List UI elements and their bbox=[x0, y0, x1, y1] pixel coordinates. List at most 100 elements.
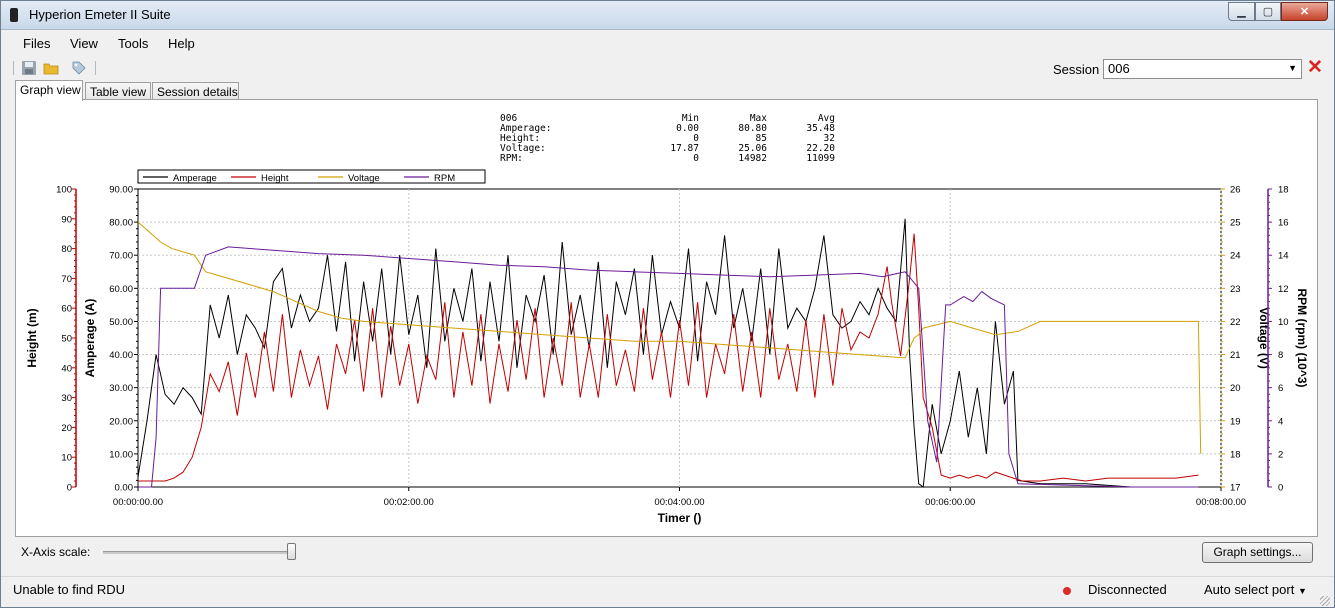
close-button[interactable]: ✕ bbox=[1281, 2, 1328, 21]
toolbar-separator bbox=[13, 61, 14, 75]
connection-status: Disconnected bbox=[1088, 582, 1167, 597]
maximize-button[interactable]: ▢ bbox=[1255, 2, 1281, 21]
voltage-tick-label: 21 bbox=[1230, 350, 1241, 361]
menu-help[interactable]: Help bbox=[168, 36, 195, 51]
voltage-tick-label: 18 bbox=[1230, 449, 1241, 460]
voltage-tick-label: 22 bbox=[1230, 317, 1241, 328]
amperage-tick-label: 70.00 bbox=[109, 251, 133, 262]
open-folder-icon[interactable] bbox=[43, 60, 59, 76]
connection-status-icon bbox=[1063, 587, 1071, 595]
voltage-tick-label: 25 bbox=[1230, 218, 1241, 229]
x-axis-label: Timer () bbox=[658, 511, 702, 525]
x-tick-label: 00:02:00.00 bbox=[384, 497, 434, 508]
amperage-tick-label: 20.00 bbox=[109, 416, 133, 427]
x-tick-label: 00:00:00.00 bbox=[113, 497, 163, 508]
height-tick-label: 0 bbox=[67, 483, 72, 494]
session-value: 006 bbox=[1108, 61, 1130, 76]
amperage-tick-label: 50.00 bbox=[109, 317, 133, 328]
stats-min: 0 bbox=[693, 153, 699, 164]
rpm-tick-label: 18 bbox=[1278, 185, 1289, 196]
clear-session-icon[interactable]: ✕ bbox=[1306, 58, 1324, 78]
maximize-icon: ▢ bbox=[1262, 6, 1274, 18]
amperage-tick-label: 40.00 bbox=[109, 350, 133, 361]
height-tick-label: 80 bbox=[61, 244, 72, 255]
amperage-tick-label: 90.00 bbox=[109, 185, 133, 196]
rpm-tick-label: 2 bbox=[1278, 449, 1283, 460]
amperage-tick-label: 10.00 bbox=[109, 449, 133, 460]
height-tick-label: 50 bbox=[61, 334, 72, 345]
stats-row-label: RPM: bbox=[500, 153, 523, 164]
rpm-tick-label: 10 bbox=[1278, 317, 1289, 328]
x-tick-label: 00:06:00.00 bbox=[925, 497, 975, 508]
graph-controls: X-Axis scale: Graph settings... bbox=[1, 539, 1334, 567]
rpm-axis-label: RPM (rpm) (10^3) bbox=[1295, 288, 1309, 387]
legend-label: Height bbox=[261, 173, 289, 184]
amperage-tick-label: 60.00 bbox=[109, 284, 133, 295]
voltage-axis-label: Voltage (V) bbox=[1257, 307, 1271, 369]
port-select-value: Auto select port bbox=[1204, 582, 1295, 597]
stats-max: 14982 bbox=[738, 153, 767, 164]
menu-bar: Files View Tools Help bbox=[1, 30, 1334, 56]
height-tick-label: 60 bbox=[61, 304, 72, 315]
height-tick-label: 30 bbox=[61, 393, 72, 404]
x-axis-scale-label: X-Axis scale: bbox=[21, 545, 91, 559]
chevron-down-icon: ▼ bbox=[1288, 63, 1297, 73]
legend-label: Amperage bbox=[173, 173, 217, 184]
port-select[interactable]: Auto select port ▼ bbox=[1204, 582, 1307, 597]
rpm-tick-label: 8 bbox=[1278, 350, 1283, 361]
legend-label: RPM bbox=[434, 173, 455, 184]
chevron-down-icon: ▼ bbox=[1297, 586, 1307, 596]
legend-label: Voltage bbox=[348, 173, 380, 184]
height-tick-label: 10 bbox=[61, 453, 72, 464]
rpm-tick-label: 16 bbox=[1278, 218, 1289, 229]
chart: 006 Min Max AvgAmperage: 0.00 80.80 35.48Heigh… bbox=[25, 113, 1309, 525]
voltage-tick-label: 17 bbox=[1230, 483, 1241, 494]
session-select[interactable]: 006 ▼ bbox=[1103, 59, 1302, 79]
x-axis-scale-handle[interactable] bbox=[287, 543, 296, 560]
title-bar: Hyperion Emeter II Suite ▁ ▢ ✕ bbox=[1, 1, 1334, 30]
menu-view[interactable]: View bbox=[70, 36, 98, 51]
tab-graph-view[interactable]: Graph view bbox=[15, 80, 83, 101]
rpm-tick-label: 14 bbox=[1278, 251, 1289, 262]
height-tick-label: 20 bbox=[61, 423, 72, 434]
amperage-tick-label: 0.00 bbox=[115, 483, 134, 494]
graph-panel: 006 Min Max Avg Amperage: 0.00 80.80 35.48 Heigh… bbox=[15, 99, 1318, 537]
status-message: Unable to find RDU bbox=[13, 582, 125, 597]
toolbar-separator bbox=[95, 61, 96, 75]
voltage-tick-label: 23 bbox=[1230, 284, 1241, 295]
rpm-tick-label: 0 bbox=[1278, 483, 1283, 494]
height-tick-label: 70 bbox=[61, 274, 72, 285]
voltage-tick-label: 19 bbox=[1230, 416, 1241, 427]
graph-settings-button[interactable]: Graph settings... bbox=[1202, 542, 1313, 563]
toolbar: Session 006 ▼ ✕ bbox=[1, 57, 1334, 81]
x-axis-scale-slider[interactable] bbox=[103, 551, 295, 554]
amperage-axis-label: Amperage (A) bbox=[83, 299, 97, 378]
menu-files[interactable]: Files bbox=[23, 36, 50, 51]
status-bar: Unable to find RDU Disconnected Auto sel… bbox=[1, 576, 1334, 608]
rpm-tick-label: 12 bbox=[1278, 284, 1289, 295]
tab-session-details[interactable]: Session details bbox=[152, 82, 239, 100]
height-axis-label: Height (m) bbox=[25, 308, 39, 367]
session-label: Session bbox=[1053, 62, 1100, 77]
height-tick-label: 90 bbox=[61, 214, 72, 225]
height-tick-label: 100 bbox=[56, 185, 72, 196]
height-tick-label: 40 bbox=[61, 363, 72, 374]
close-icon: ✕ bbox=[1299, 6, 1310, 18]
tab-table-view[interactable]: Table view bbox=[85, 82, 151, 100]
tag-icon[interactable] bbox=[71, 60, 87, 76]
menu-tools[interactable]: Tools bbox=[118, 36, 148, 51]
app-icon bbox=[10, 8, 18, 22]
rpm-tick-label: 6 bbox=[1278, 383, 1283, 394]
stats-avg: 11099 bbox=[806, 153, 835, 164]
voltage-tick-label: 26 bbox=[1230, 185, 1241, 196]
resize-grip[interactable] bbox=[1320, 596, 1330, 606]
voltage-tick-label: 20 bbox=[1230, 383, 1241, 394]
save-icon[interactable] bbox=[21, 60, 37, 76]
minimize-button[interactable]: ▁ bbox=[1228, 2, 1255, 21]
x-tick-label: 00:04:00.00 bbox=[654, 497, 704, 508]
x-tick-label: 00:08:00.00 bbox=[1196, 497, 1246, 508]
amperage-tick-label: 30.00 bbox=[109, 383, 133, 394]
minimize-icon: ▁ bbox=[1237, 6, 1246, 18]
amperage-tick-label: 80.00 bbox=[109, 218, 133, 229]
window-title: Hyperion Emeter II Suite bbox=[29, 7, 171, 22]
